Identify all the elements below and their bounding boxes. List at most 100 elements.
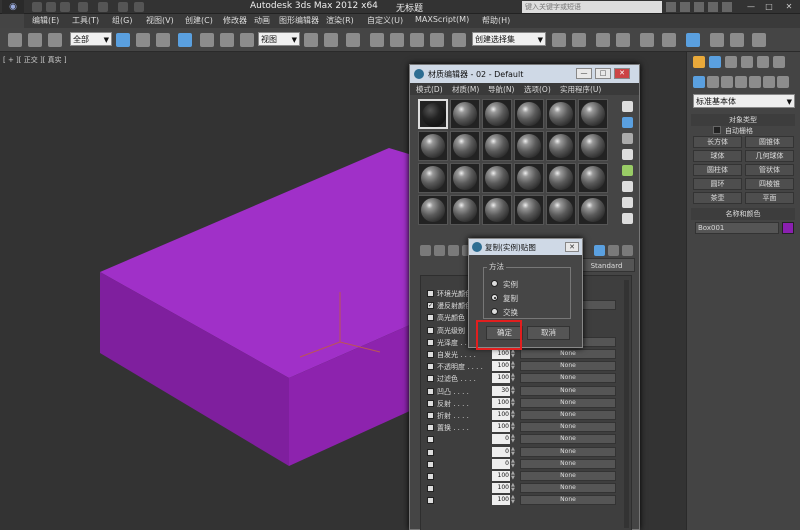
radio-instance-dot[interactable] — [491, 280, 498, 287]
spinner-arrows-icon[interactable]: ▲▼ — [511, 397, 516, 408]
bind-space-warp-icon[interactable] — [48, 33, 62, 47]
curve-editor-icon[interactable] — [640, 33, 654, 47]
scale-icon[interactable] — [240, 33, 254, 47]
redo-icon[interactable] — [98, 2, 108, 12]
material-slot[interactable] — [482, 99, 512, 129]
box-button[interactable]: 长方体 — [693, 136, 742, 148]
map-amount-field[interactable]: 100 — [492, 361, 510, 372]
assign-material-icon[interactable] — [448, 245, 459, 256]
menu-customize[interactable]: 自定义(U) — [367, 15, 403, 26]
spinner-arrows-icon[interactable]: ▲▼ — [511, 422, 516, 432]
map-enable-checkbox[interactable] — [427, 436, 434, 444]
menu-rendering[interactable]: 渲染(R) — [326, 15, 354, 26]
map-enable-checkbox[interactable] — [427, 460, 434, 468]
map-enable-checkbox[interactable] — [427, 424, 434, 432]
material-slot[interactable] — [418, 163, 448, 193]
edit-named-selection-icon[interactable] — [452, 33, 466, 47]
map-amount-field[interactable]: 100 — [492, 397, 510, 408]
map-slot-button[interactable]: None — [520, 495, 616, 506]
render-setup-icon[interactable] — [710, 33, 724, 47]
minimize-icon[interactable]: — — [576, 68, 592, 79]
menu-create[interactable]: 创建(C) — [185, 15, 213, 26]
close-icon[interactable]: ✕ — [614, 68, 630, 79]
material-slot[interactable] — [546, 163, 576, 193]
material-slot[interactable] — [482, 195, 512, 225]
space-warps-icon[interactable] — [763, 76, 775, 88]
cylinder-button[interactable]: 圆柱体 — [693, 164, 742, 176]
material-slot[interactable] — [514, 195, 544, 225]
menu-help[interactable]: 帮助(H) — [482, 15, 510, 26]
pyramid-button[interactable]: 四棱锥 — [745, 178, 794, 190]
menu-group[interactable]: 组(G) — [112, 15, 132, 26]
map-slot-button[interactable]: None — [520, 458, 616, 469]
menu-options[interactable]: 选项(O) — [524, 84, 551, 95]
schematic-view-icon[interactable] — [662, 33, 676, 47]
spinner-arrows-icon[interactable]: ▲▼ — [511, 495, 516, 505]
torus-button[interactable]: 圆环 — [693, 178, 742, 190]
angle-snap-icon[interactable] — [390, 33, 404, 47]
material-slot[interactable] — [418, 99, 448, 129]
map-enable-checkbox[interactable] — [427, 473, 434, 480]
spinner-arrows-icon[interactable]: ▲▼ — [511, 483, 516, 493]
material-slot[interactable] — [546, 195, 576, 225]
spinner-arrows-icon[interactable]: ▲▼ — [511, 458, 516, 469]
graphite-tools-icon[interactable] — [616, 33, 630, 47]
map-slot-button[interactable]: None — [520, 483, 616, 494]
material-slot[interactable] — [482, 131, 512, 161]
map-enable-checkbox[interactable] — [427, 375, 434, 383]
unlink-icon[interactable] — [28, 33, 42, 47]
material-slot[interactable] — [514, 99, 544, 129]
spinner-arrows-icon[interactable]: ▲▼ — [511, 361, 516, 371]
open-file-icon[interactable] — [46, 2, 56, 12]
spinner-arrows-icon[interactable]: ▲▼ — [511, 446, 516, 457]
map-slot-button[interactable]: None — [520, 410, 616, 420]
map-enable-checkbox[interactable] — [427, 387, 434, 395]
map-amount-field[interactable]: 100 — [492, 349, 510, 359]
save-file-icon[interactable] — [60, 2, 70, 12]
map-enable-checkbox[interactable] — [427, 290, 434, 297]
map-slot-button[interactable]: None — [520, 471, 616, 481]
map-amount-field[interactable]: 100 — [492, 495, 510, 506]
spinner-arrows-icon[interactable]: ▲▼ — [511, 349, 516, 359]
new-file-icon[interactable] — [32, 2, 42, 12]
rendered-frame-window-icon[interactable] — [730, 33, 744, 47]
motion-tab-icon[interactable] — [741, 56, 753, 68]
lights-icon[interactable] — [721, 76, 733, 88]
cameras-icon[interactable] — [735, 76, 747, 88]
named-selection-dropdown[interactable]: 创建选择集 ▼ — [472, 32, 546, 46]
material-slot[interactable] — [418, 195, 448, 225]
map-slot-button[interactable]: None — [520, 434, 616, 445]
video-color-check-icon[interactable] — [622, 165, 633, 176]
undo-icon[interactable] — [78, 2, 88, 12]
hierarchy-tab-icon[interactable] — [725, 56, 737, 68]
menu-modes[interactable]: 模式(D) — [416, 84, 443, 95]
category-dropdown[interactable]: 标准基本体 ▼ — [693, 94, 795, 108]
keyboard-shortcut-icon[interactable] — [346, 33, 360, 47]
helpers-icon[interactable] — [749, 76, 761, 88]
go-forward-sibling-icon[interactable] — [622, 245, 633, 256]
cone-button[interactable]: 圆锥体 — [745, 136, 794, 148]
app-logo-icon[interactable]: ◉ — [2, 0, 24, 14]
object-type-rollout-header[interactable]: 对象类型 — [691, 114, 795, 126]
map-slot-button[interactable]: None — [520, 422, 616, 433]
map-amount-field[interactable]: 0 — [492, 434, 510, 445]
pivot-center-icon[interactable] — [304, 33, 318, 47]
backlight-icon[interactable] — [622, 117, 633, 128]
selection-filter-dropdown[interactable]: 全部 ▼ — [70, 32, 112, 46]
snaps-toggle-icon[interactable] — [370, 33, 384, 47]
make-preview-icon[interactable] — [622, 181, 633, 192]
map-amount-field[interactable]: 100 — [492, 373, 510, 384]
menu-animation[interactable]: 动画 — [254, 15, 270, 26]
spinner-arrows-icon[interactable]: ▲▼ — [511, 385, 516, 396]
material-slot[interactable] — [482, 163, 512, 193]
map-amount-field[interactable]: 100 — [492, 483, 510, 494]
autogrid-checkbox[interactable] — [713, 126, 721, 134]
geometry-icon[interactable] — [693, 76, 705, 88]
communication-center-icon[interactable] — [694, 2, 704, 12]
search-input[interactable]: 键入关键字或短语 — [522, 1, 662, 13]
mirror-icon[interactable] — [552, 33, 566, 47]
menu-tools[interactable]: 工具(T) — [72, 15, 99, 26]
map-enable-checkbox[interactable]: ✓ — [427, 302, 434, 310]
map-amount-field[interactable]: 0 — [492, 458, 510, 469]
sample-uv-tiling-icon[interactable] — [622, 149, 633, 160]
